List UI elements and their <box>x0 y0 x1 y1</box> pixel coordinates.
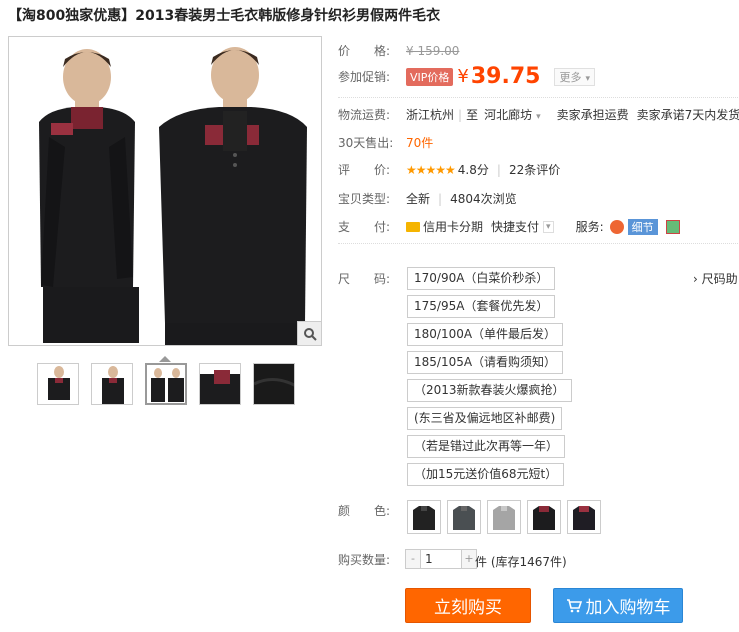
item-type-row: 宝贝类型: 全新 | 4804次浏览 <box>338 191 517 207</box>
size-label: 尺 码: <box>338 272 391 286</box>
color-label: 颜 色: <box>338 504 391 518</box>
divider <box>338 243 738 244</box>
payment-label: 支 付: <box>338 220 391 234</box>
detail-button[interactable]: 细节 <box>627 218 658 235</box>
service-label: 服务: <box>575 220 604 234</box>
sales-row: 30天售出: 70件 <box>338 134 433 151</box>
quantity-label-row: 购买数量: <box>338 551 406 568</box>
payment-row: 支 付: 信用卡分期 快捷支付 ▾ 服务: 细节 <box>338 218 680 235</box>
original-price: ¥ 159.00 <box>406 43 460 58</box>
chevron-down-icon[interactable]: ▾ <box>543 220 554 233</box>
shipping-to-prefix: 至 <box>466 108 479 122</box>
thumb-indicator <box>159 356 171 362</box>
size-option[interactable]: 180/100A（单件最后发） <box>407 323 564 346</box>
price-row: 价 格: ¥ 159.00 <box>338 42 459 59</box>
size-option[interactable]: 185/105A（请看购须知） <box>407 351 564 374</box>
size-guide-link[interactable]: › 尺码助 <box>693 270 738 287</box>
thumbnail-1[interactable] <box>37 363 79 405</box>
price-label: 价 格: <box>338 44 391 58</box>
chevron-down-icon: ▾ <box>536 112 541 122</box>
rating-row: 评 价: ★★★★★ 4.8分 | 22条评价 <box>338 161 561 178</box>
shipping-promise: 卖家承诺7天内发货 <box>636 108 739 122</box>
item-condition: 全新 <box>406 192 431 206</box>
thumbnail-2[interactable] <box>91 363 133 405</box>
quantity-input[interactable]: 1 <box>420 550 462 568</box>
quantity-decrease-button[interactable]: - <box>406 550 420 568</box>
quantity-increase-button[interactable]: + <box>462 550 476 568</box>
promo-label: 参加促销: <box>338 70 391 84</box>
chevron-down-icon: ▾ <box>585 73 590 84</box>
quantity-label: 购买数量: <box>338 553 391 567</box>
vip-badge: VIP价格 <box>406 67 454 86</box>
color-swatch-navy-red[interactable] <box>567 500 601 534</box>
shipping-destination[interactable]: 河北廊坊 ▾ <box>484 106 541 123</box>
size-label-row: 尺 码: <box>338 270 406 287</box>
size-option[interactable]: 175/95A（套餐优先发） <box>407 295 556 318</box>
main-product-image[interactable] <box>8 36 322 346</box>
promo-row: 参加促销: VIP价格 ¥ 39.75 更多 ▾ <box>338 64 595 89</box>
quantity-stepper: - 1 + <box>405 549 477 569</box>
product-title: 【淘800独家优惠】2013春装男士毛衣韩版修身针织衫男假两件毛衣 <box>8 8 441 24</box>
shipping-row: 物流运费: 浙江杭州 | 至 河北廊坊 ▾ 卖家承担运费 卖家承诺7天内发货 <box>338 106 739 123</box>
more-promos-button[interactable]: 更多 ▾ <box>554 67 595 86</box>
color-swatch-black[interactable] <box>407 500 441 534</box>
size-option[interactable]: （加15元送价值68元短t） <box>407 463 565 486</box>
shipping-label: 物流运费: <box>338 108 391 122</box>
quick-pay[interactable]: 快捷支付 <box>491 218 539 235</box>
reviews-link[interactable]: 22条评价 <box>509 161 560 178</box>
rating-label: 评 价: <box>338 163 391 177</box>
size-option[interactable]: （若是错过此次再等一年） <box>407 435 566 458</box>
shipping-fee: 卖家承担运费 <box>556 108 629 122</box>
view-count: 4804次浏览 <box>450 192 517 206</box>
magnifier-icon[interactable] <box>297 321 321 345</box>
item-type-label: 宝贝类型: <box>338 192 391 206</box>
thumbnail-3[interactable] <box>145 363 187 405</box>
color-label-row: 颜 色: <box>338 502 406 519</box>
thumbnail-strip <box>37 363 295 405</box>
size-option[interactable]: 170/90A（白菜价秒杀） <box>407 267 556 290</box>
product-photo-illustration <box>9 37 321 345</box>
credit-installment[interactable]: 信用卡分期 <box>423 218 483 235</box>
sales-count: 70件 <box>406 136 434 150</box>
divider <box>338 97 738 98</box>
rating-score: 4.8分 <box>457 163 489 177</box>
cart-icon <box>566 598 582 612</box>
promo-price: 39.75 <box>470 64 541 89</box>
star-icon: ★★★★★ <box>406 162 456 177</box>
size-option[interactable]: (东三省及偏远地区补邮费) <box>407 407 563 430</box>
seven-day-return-icon[interactable] <box>609 219 624 234</box>
shipping-from: 浙江杭州 <box>406 108 455 122</box>
service-icon[interactable] <box>665 219 680 234</box>
thumbnail-5[interactable] <box>253 363 295 405</box>
yen-symbol: ¥ <box>457 66 469 87</box>
stock-info: 件 (库存1467件) <box>475 555 567 569</box>
buy-now-button[interactable]: 立刻购买 <box>405 588 531 623</box>
sales-label: 30天售出: <box>338 136 394 150</box>
color-swatch-dark-gray[interactable] <box>447 500 481 534</box>
color-swatch-light-gray[interactable] <box>487 500 521 534</box>
thumbnail-4[interactable] <box>199 363 241 405</box>
size-option[interactable]: （2013新款春装火爆疯抢） <box>407 379 572 402</box>
add-to-cart-button[interactable]: 加入购物车 <box>553 588 683 623</box>
add-to-cart-label: 加入购物车 <box>585 598 671 618</box>
color-swatch-black-red[interactable] <box>527 500 561 534</box>
credit-card-icon <box>406 221 420 232</box>
